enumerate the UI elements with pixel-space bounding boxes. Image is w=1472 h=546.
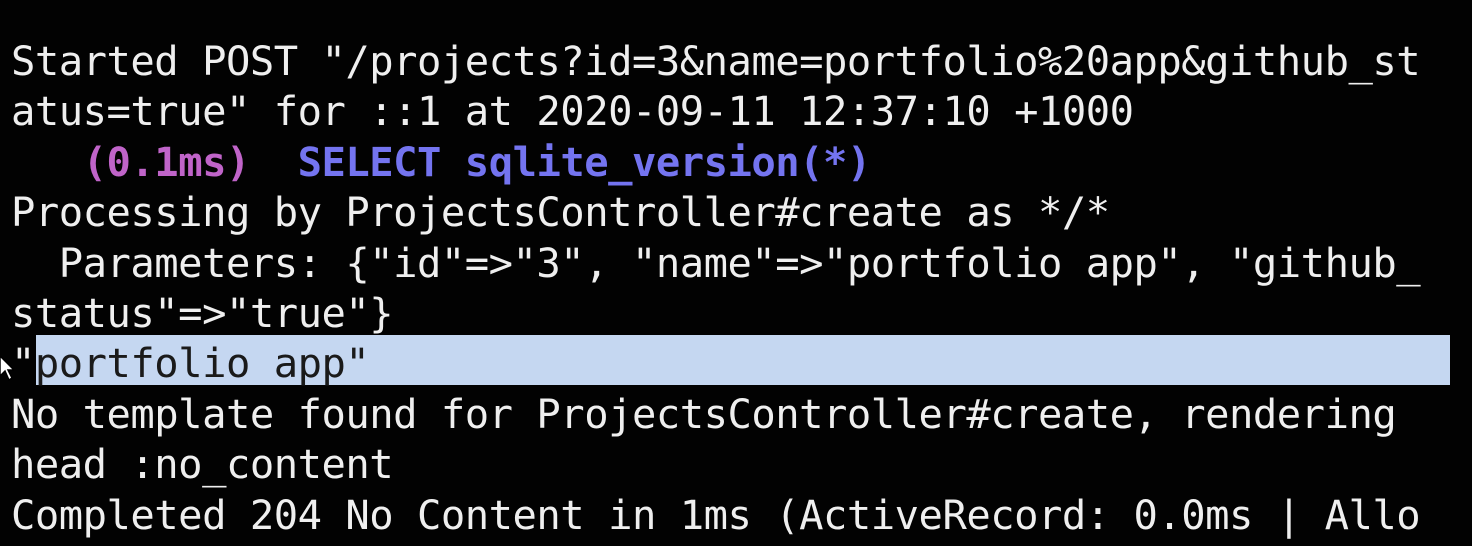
log-line-processing: Processing by ProjectsController#create … [11,188,1110,236]
terminal-window[interactable]: Started POST "/projects?id=3&name=portfo… [0,0,1472,546]
log-indent [11,138,83,186]
log-line-no-template-continued: head :no_content [11,440,394,488]
log-line-parameters: Parameters: {"id"=>"3", "name"=>"portfol… [11,239,1421,287]
log-line-started-post-continued: atus=true" for ::1 at 2020-09-11 12:37:1… [11,87,1134,135]
log-line-completed: Completed 204 No Content in 1ms (ActiveR… [11,491,1421,539]
sql-timing: (0.1ms) [82,138,251,186]
log-line-no-template: No template found for ProjectsController… [11,390,1397,438]
log-line-parameters-continued: status"=>"true"} [11,289,394,337]
log-line-started-post: Started POST "/projects?id=3&name=portfo… [11,37,1421,85]
mouse-pointer-icon [0,356,14,382]
log-gap [250,138,298,186]
log-line-sql-query: (0.1ms) SELECT sqlite_version(*) [11,137,872,187]
sql-statement: SELECT sqlite_version(*) [297,138,872,186]
selected-text[interactable]: portfolio app" [35,339,370,387]
log-line-selected-output[interactable]: "portfolio app" [11,338,370,388]
output-quote: " [11,339,35,387]
